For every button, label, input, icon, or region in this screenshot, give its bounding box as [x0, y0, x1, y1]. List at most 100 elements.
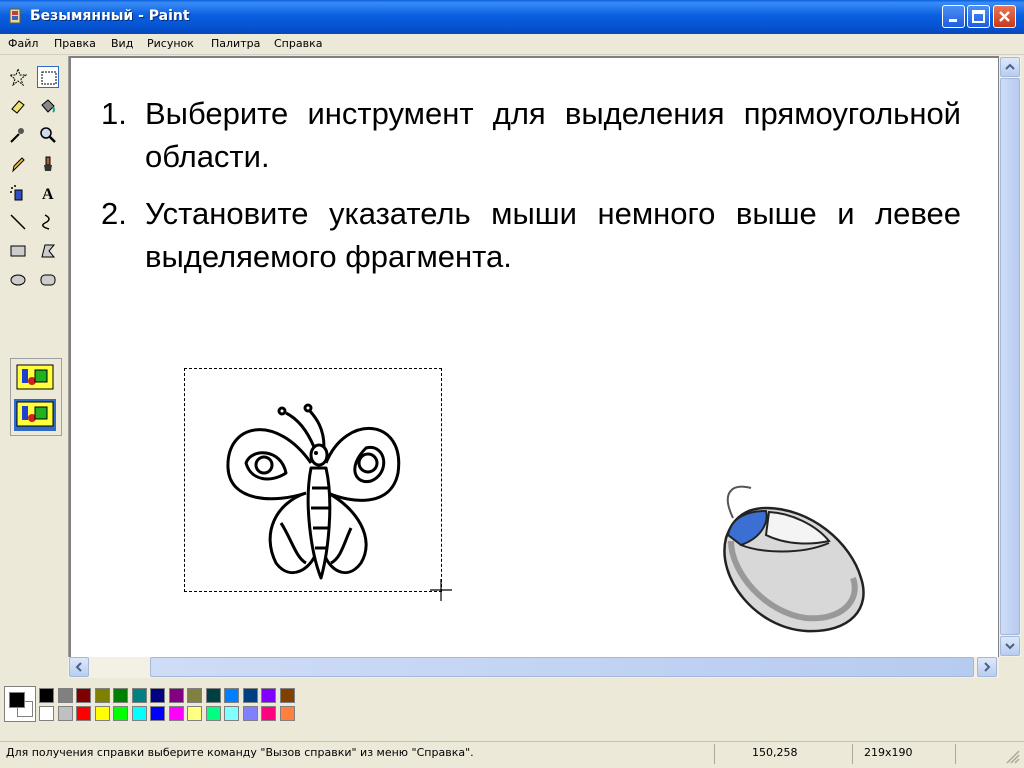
palette-swatch[interactable]: [113, 706, 128, 721]
maximize-button[interactable]: [967, 5, 990, 28]
palette-swatch[interactable]: [131, 688, 147, 703]
step-text: Выберите инструмент для выделения прямоу…: [145, 96, 961, 174]
menu-help[interactable]: Справка: [274, 37, 322, 50]
vertical-scroll-thumb[interactable]: [1000, 78, 1020, 635]
status-cursor-position: 150,258: [752, 746, 798, 759]
palette-swatch[interactable]: [279, 706, 295, 721]
menu-bar: Файл Правка Вид Рисунок Палитра Справка: [0, 34, 1024, 55]
opaque-selection-icon: [16, 364, 54, 390]
status-divider: [714, 744, 715, 764]
crosshair-cursor-icon: [430, 579, 452, 601]
line-icon: [10, 214, 26, 230]
paint-app-icon: [9, 8, 21, 24]
resize-grip-icon[interactable]: [1004, 748, 1020, 764]
palette-swatch[interactable]: [205, 688, 221, 703]
palette-swatch[interactable]: [113, 688, 128, 703]
pencil-icon: [12, 157, 25, 173]
palette-swatch[interactable]: [224, 706, 239, 721]
transparent-option[interactable]: [14, 399, 56, 431]
magnifier-icon: [40, 127, 56, 143]
window-title: Безымянный - Paint: [30, 8, 190, 24]
pencil-tool[interactable]: [7, 153, 29, 175]
palette-swatch[interactable]: [168, 688, 184, 703]
line-tool[interactable]: [7, 211, 29, 233]
palette-swatch[interactable]: [57, 688, 73, 703]
palette-swatch[interactable]: [76, 688, 91, 703]
menu-edit[interactable]: Правка: [54, 37, 96, 50]
free-select-tool[interactable]: [7, 66, 29, 88]
free-select-icon: [9, 68, 27, 86]
palette-swatch[interactable]: [131, 706, 147, 721]
airbrush-tool[interactable]: [7, 182, 29, 204]
magnifier-tool[interactable]: [37, 124, 59, 146]
palette-swatch[interactable]: [57, 706, 73, 721]
curve-tool[interactable]: [37, 211, 59, 233]
color-picker-tool[interactable]: [7, 124, 29, 146]
opaque-option[interactable]: [14, 362, 56, 394]
rect-select-tool[interactable]: [37, 66, 59, 88]
rectangle-icon: [10, 245, 26, 257]
fill-icon: [41, 99, 55, 113]
close-icon: [999, 11, 1010, 22]
palette-swatch[interactable]: [150, 688, 165, 703]
scroll-right-button[interactable]: [977, 657, 997, 677]
text-icon: A: [42, 186, 54, 202]
palette-swatch[interactable]: [94, 688, 110, 703]
brush-tool[interactable]: [37, 153, 59, 175]
horizontal-scroll-thumb[interactable]: [150, 657, 974, 677]
title-bar[interactable]: Безымянный - Paint: [0, 0, 1024, 34]
status-bar: Для получения справки выберите команду "…: [0, 741, 1024, 768]
scroll-down-button[interactable]: [1000, 636, 1020, 656]
chevron-up-icon: [1005, 63, 1015, 70]
menu-view[interactable]: Вид: [111, 37, 133, 50]
menu-palette[interactable]: Палитра: [211, 37, 260, 50]
palette-swatch[interactable]: [39, 706, 54, 721]
palette-swatch[interactable]: [168, 706, 184, 721]
palette-swatch[interactable]: [76, 706, 91, 721]
scroll-up-button[interactable]: [1000, 57, 1020, 77]
ellipse-tool[interactable]: [7, 269, 29, 291]
horizontal-scrollbar[interactable]: [68, 657, 999, 678]
text-tool[interactable]: A: [37, 182, 59, 204]
palette-swatch[interactable]: [242, 706, 258, 721]
palette-swatch[interactable]: [205, 706, 221, 721]
drawing-canvas[interactable]: 1. Выберите инструмент для выделения пря…: [71, 58, 998, 657]
palette-swatch[interactable]: [39, 688, 54, 703]
palette-swatch[interactable]: [94, 706, 110, 721]
rectangle-tool[interactable]: [7, 240, 29, 262]
palette-swatch[interactable]: [279, 688, 295, 703]
polygon-icon: [41, 244, 56, 258]
color-picker-icon: [10, 128, 24, 143]
palette-swatch[interactable]: [261, 688, 276, 703]
rounded-rect-tool[interactable]: [37, 269, 59, 291]
instructions-list: 1. Выберите инструмент для выделения пря…: [101, 92, 961, 292]
palette-swatch[interactable]: [150, 706, 165, 721]
ellipse-icon: [10, 274, 26, 286]
tool-options: [10, 358, 62, 436]
palette-swatch[interactable]: [261, 706, 276, 721]
palette-swatch[interactable]: [242, 688, 258, 703]
step-number: 2.: [101, 196, 127, 231]
polygon-tool[interactable]: [37, 240, 59, 262]
current-colors[interactable]: [4, 686, 36, 722]
palette-swatch[interactable]: [224, 688, 239, 703]
close-button[interactable]: [993, 5, 1016, 28]
scroll-left-button[interactable]: [69, 657, 89, 677]
airbrush-icon: [10, 185, 23, 201]
palette-swatch[interactable]: [187, 706, 202, 721]
butterfly-drawing: [226, 403, 401, 580]
chevron-right-icon: [984, 662, 991, 672]
transparent-selection-icon: [16, 401, 54, 427]
fill-tool[interactable]: [37, 95, 59, 117]
brush-icon: [44, 156, 52, 171]
toolbox: A: [0, 56, 66, 681]
rounded-rect-icon: [40, 274, 56, 286]
svg-text:A: A: [42, 186, 54, 202]
eraser-tool[interactable]: [7, 95, 29, 117]
vertical-scrollbar[interactable]: [999, 56, 1021, 657]
minimize-button[interactable]: [942, 5, 965, 28]
list-item: 1. Выберите инструмент для выделения пря…: [101, 92, 961, 178]
menu-file[interactable]: Файл: [8, 37, 38, 50]
palette-swatch[interactable]: [187, 688, 202, 703]
menu-image[interactable]: Рисунок: [147, 37, 194, 50]
